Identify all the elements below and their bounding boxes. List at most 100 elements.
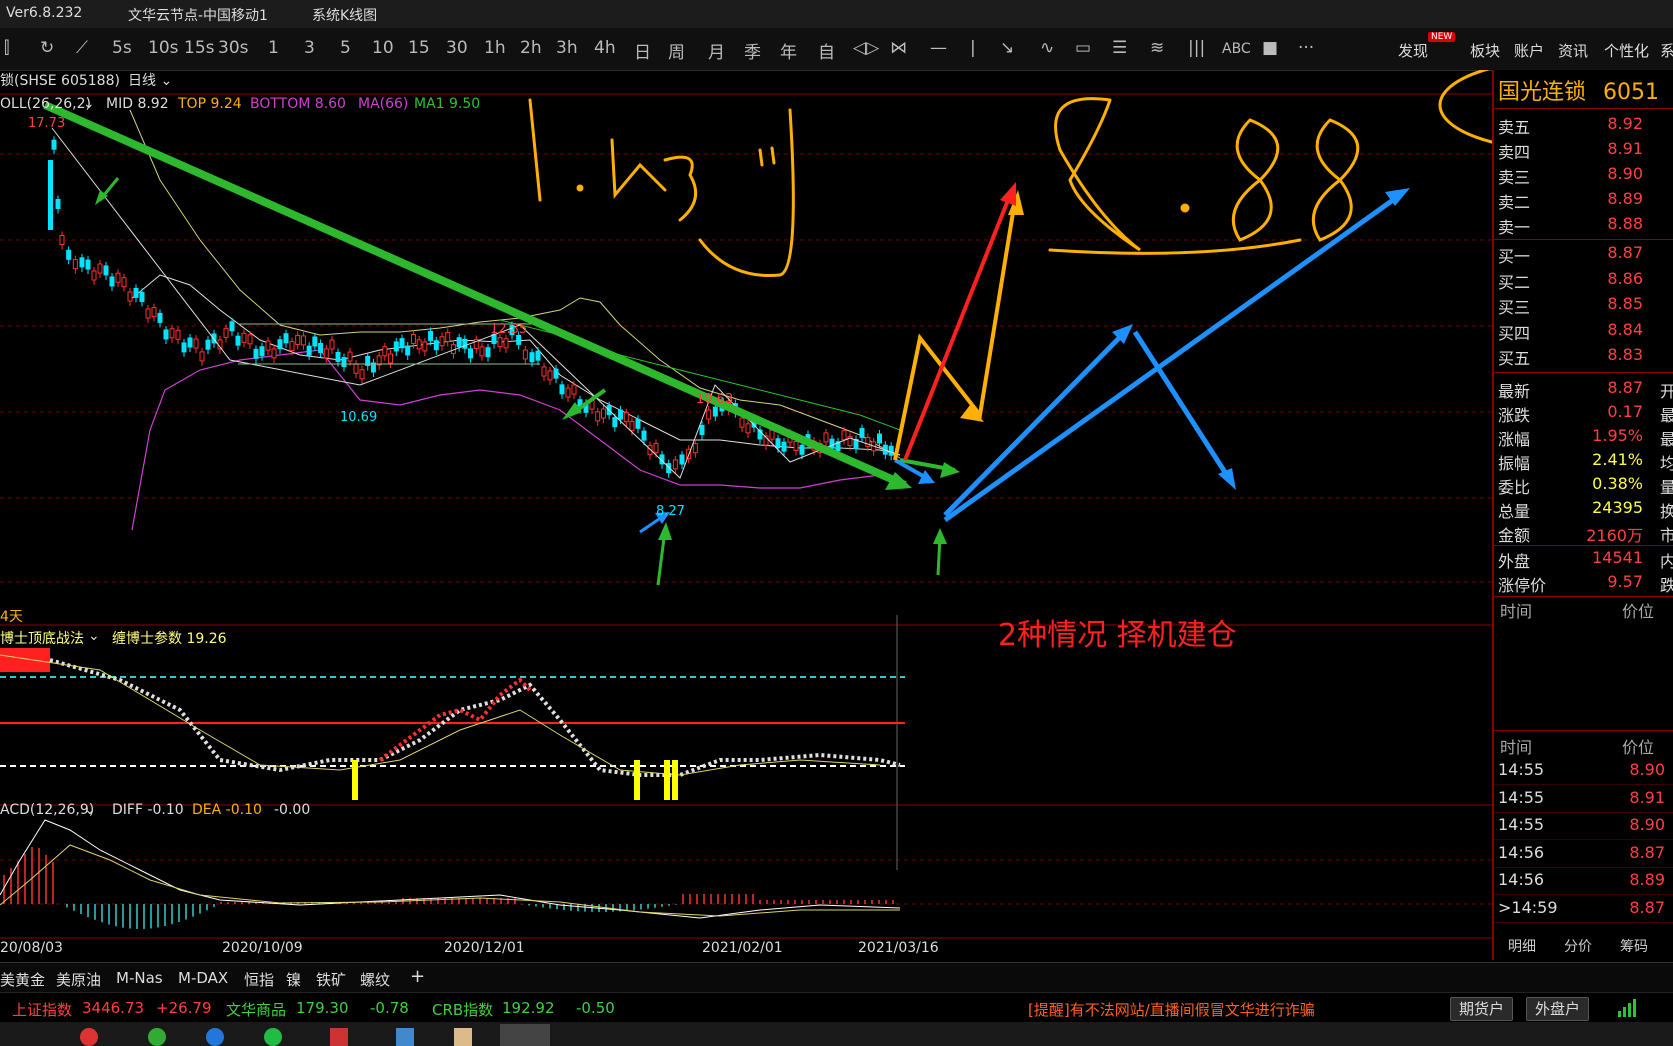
market-tab-1[interactable]: 美原油 bbox=[56, 969, 101, 990]
chevron-down-icon[interactable]: ⌄ bbox=[84, 802, 96, 818]
period-8[interactable]: 15 bbox=[408, 38, 430, 58]
row-label: 卖三 bbox=[1498, 168, 1531, 187]
period-19[interactable]: 自 bbox=[818, 38, 835, 63]
period-9[interactable]: 30 bbox=[446, 38, 468, 58]
period-0[interactable]: 5s bbox=[112, 38, 132, 58]
app-icon-active[interactable] bbox=[500, 1024, 550, 1046]
boll-indicator-name[interactable]: OLL(26,26,2) bbox=[0, 96, 91, 112]
chevron-down-icon[interactable]: ⌄ bbox=[88, 628, 100, 644]
menu-item-0[interactable]: 发现 bbox=[1398, 40, 1428, 61]
asks-row[interactable]: 卖四 8.91 bbox=[1498, 139, 1673, 163]
market-tab-5[interactable]: 镍 bbox=[286, 969, 301, 990]
period-13[interactable]: 4h bbox=[594, 38, 616, 58]
menu-item-2[interactable]: 账户 bbox=[1514, 40, 1544, 61]
chart-area[interactable]: 锁(SHSE 605188) 日线 ⌄ OLL(26,26,2) ⌄ MID 8… bbox=[0, 70, 1492, 960]
period-4[interactable]: 1 bbox=[268, 38, 279, 58]
kline-mode-icon[interactable]: ⫿ bbox=[4, 38, 9, 58]
hline-icon[interactable]: — bbox=[930, 38, 947, 58]
quote-tab-0[interactable]: 明细 bbox=[1508, 936, 1536, 956]
menu-item-5[interactable]: 系 bbox=[1660, 40, 1673, 61]
asks-row[interactable]: 卖三 8.90 bbox=[1498, 164, 1673, 188]
bids-row[interactable]: 买四 8.84 bbox=[1498, 320, 1673, 344]
boll-bottom-value: BOTTOM 8.60 bbox=[250, 96, 346, 112]
stats-row[interactable]: 总量 24395 换 bbox=[1498, 498, 1673, 522]
stats2-row[interactable]: 外盘 14541 内 bbox=[1498, 548, 1673, 572]
app-icon-2[interactable] bbox=[148, 1028, 166, 1046]
rect-icon[interactable]: ▭ bbox=[1075, 38, 1091, 58]
stats-row[interactable]: 金额 2160万市 bbox=[1498, 522, 1673, 546]
fill-icon[interactable]: ■ bbox=[1262, 38, 1278, 58]
asks-row[interactable]: 卖五 8.92 bbox=[1498, 114, 1673, 138]
menu-item-3[interactable]: 资讯 bbox=[1558, 40, 1588, 61]
chevron-down-icon[interactable]: ⌄ bbox=[83, 96, 95, 112]
futures-account-button[interactable]: 期货户 bbox=[1450, 997, 1514, 1021]
market-tab-7[interactable]: 螺纹 bbox=[360, 969, 390, 990]
app-icon-6[interactable] bbox=[396, 1028, 414, 1046]
fib-icon[interactable]: ≋ bbox=[1150, 38, 1164, 58]
bids-row[interactable]: 买三 8.85 bbox=[1498, 294, 1673, 318]
stats-row[interactable]: 涨幅 1.95% 最 bbox=[1498, 426, 1673, 450]
app-icon-7[interactable] bbox=[454, 1028, 472, 1046]
blue-arrow-long bbox=[943, 192, 1402, 523]
market-tab-6[interactable]: 铁矿 bbox=[316, 969, 346, 990]
stats2-row[interactable]: 涨停价 9.57 跌 bbox=[1498, 572, 1673, 596]
period-17[interactable]: 季 bbox=[744, 38, 761, 63]
stats-row[interactable]: 最新 8.87 开 bbox=[1498, 378, 1673, 402]
refresh-icon[interactable]: ↻ bbox=[40, 38, 54, 58]
bids-row[interactable]: 买一 8.87 bbox=[1498, 243, 1673, 267]
market-tab-4[interactable]: 恒指 bbox=[244, 969, 274, 990]
asks-row[interactable]: 卖二 8.89 bbox=[1498, 189, 1673, 213]
quote-tab-2[interactable]: 筹码 bbox=[1620, 936, 1648, 956]
macd-name[interactable]: ACD(12,26,9) bbox=[0, 802, 94, 818]
ray-icon[interactable]: ↘ bbox=[1000, 38, 1014, 58]
market-tab-2[interactable]: M-Nas bbox=[116, 969, 163, 987]
period-18[interactable]: 年 bbox=[780, 38, 797, 63]
asks-row[interactable]: 卖一 8.88 bbox=[1498, 214, 1673, 238]
period-3[interactable]: 30s bbox=[218, 38, 249, 58]
period-14[interactable]: 日 bbox=[634, 38, 651, 63]
app-icon-4[interactable] bbox=[264, 1028, 282, 1046]
bars-icon[interactable]: ||| bbox=[1188, 38, 1205, 58]
app-icon-3[interactable] bbox=[206, 1028, 224, 1046]
period-11[interactable]: 2h bbox=[520, 38, 542, 58]
stats-row[interactable]: 振幅 2.41% 均 bbox=[1498, 450, 1673, 474]
period-6[interactable]: 5 bbox=[340, 38, 351, 58]
index-name[interactable]: 上证指数 bbox=[12, 999, 72, 1020]
quote-tab-1[interactable]: 分价 bbox=[1564, 936, 1592, 956]
period-dropdown[interactable]: 日线 ⌄ bbox=[128, 70, 172, 90]
server-node[interactable]: 文华云节点-中国移动1 bbox=[128, 5, 268, 25]
kline-chart[interactable] bbox=[0, 70, 1492, 960]
more-icon[interactable]: ··· bbox=[1298, 38, 1314, 58]
bids-row[interactable]: 买二 8.86 bbox=[1498, 269, 1673, 293]
bids-row[interactable]: 买五 8.83 bbox=[1498, 345, 1673, 369]
foreign-account-button[interactable]: 外盘户 bbox=[1526, 997, 1590, 1021]
app-icon-5[interactable] bbox=[330, 1028, 348, 1046]
warning-text[interactable]: [提醒]有不法网站/直播间假冒文华进行诈骗 bbox=[1028, 999, 1315, 1020]
indicator2-name[interactable]: 博士顶底战法 bbox=[0, 628, 84, 648]
index-name[interactable]: 文华商品 bbox=[226, 999, 286, 1020]
app-icon-1[interactable] bbox=[80, 1028, 98, 1046]
text-icon[interactable]: ABC bbox=[1222, 41, 1251, 57]
wave-icon[interactable]: ∿ bbox=[1040, 38, 1054, 58]
period-7[interactable]: 10 bbox=[372, 38, 394, 58]
menu-item-4[interactable]: 个性化 bbox=[1604, 40, 1649, 61]
zoom-icon[interactable]: ⋈ bbox=[890, 38, 907, 58]
menu-item-1[interactable]: 板块 bbox=[1470, 40, 1500, 61]
market-tab-3[interactable]: M-DAX bbox=[178, 969, 228, 987]
period-12[interactable]: 3h bbox=[556, 38, 578, 58]
channel-icon[interactable]: ☰ bbox=[1112, 38, 1127, 58]
period-16[interactable]: 月 bbox=[708, 38, 725, 63]
index-name[interactable]: CRB指数 bbox=[432, 999, 493, 1020]
market-tab-0[interactable]: 美黄金 bbox=[0, 969, 45, 990]
period-10[interactable]: 1h bbox=[484, 38, 506, 58]
stats-row[interactable]: 委比 0.38% 量 bbox=[1498, 474, 1673, 498]
add-icon[interactable]: + bbox=[410, 966, 425, 987]
period-2[interactable]: 15s bbox=[184, 38, 215, 58]
stats-row[interactable]: 涨跌 0.17 最 bbox=[1498, 402, 1673, 426]
period-15[interactable]: 周 bbox=[668, 38, 685, 63]
arrange-icon[interactable]: ◁▷ bbox=[853, 38, 879, 58]
period-5[interactable]: 3 bbox=[304, 38, 315, 58]
vline-icon[interactable]: | bbox=[970, 38, 976, 58]
period-1[interactable]: 10s bbox=[148, 38, 179, 58]
draw-icon[interactable]: ⟋ bbox=[76, 38, 88, 58]
